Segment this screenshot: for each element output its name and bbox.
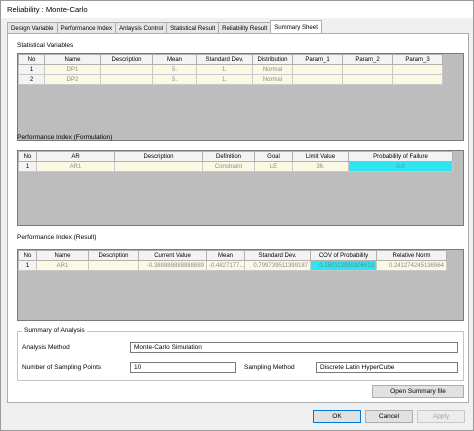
tab-statistical-result[interactable]: Statistical Result (166, 22, 220, 33)
column-header: No (18, 250, 37, 261)
column-header: Current Value (138, 250, 207, 261)
table-cell: LE (254, 161, 293, 172)
table-cell (100, 74, 153, 85)
table-row[interactable]: 1 AR1 -0.388888888888889 -0.4827177... 0… (18, 260, 447, 271)
table-cell (392, 74, 443, 85)
apply-button[interactable]: Apply (417, 410, 465, 423)
performance-formulation-grid[interactable]: No AR Description Definition Goal Limit … (17, 150, 464, 226)
column-header: Description (114, 151, 203, 162)
column-header: Description (100, 54, 153, 65)
table-cell: 2 (18, 74, 45, 85)
tab-bar: Design Variable Performance Index Anlays… (7, 20, 322, 33)
column-header: Distribution (252, 54, 293, 65)
table-cell (342, 64, 393, 75)
tab-design-variable[interactable]: Design Variable (7, 22, 58, 33)
table-cell: Normal (252, 64, 293, 75)
table-cell: 1 (18, 260, 37, 271)
tab-performance-index[interactable]: Performance Index (56, 22, 117, 33)
table-cell: Normal (252, 74, 293, 85)
column-header: Description (88, 250, 139, 261)
table-cell: AR1 (36, 260, 89, 271)
sampling-points-label: Number of Sampling Points (22, 364, 102, 371)
table-cell: 1. (196, 74, 253, 85)
table-header-row: No Name Description Mean Standard Dev. D… (18, 54, 443, 65)
column-header: No (18, 151, 37, 162)
table-cell: -0.388888888888889 (138, 260, 207, 271)
column-header: No (18, 54, 45, 65)
column-header: Probability of Failure (348, 151, 453, 162)
column-header: Goal (254, 151, 293, 162)
table-header-row: No AR Description Definition Goal Limit … (18, 151, 453, 162)
table-row[interactable]: 1 AR1 Constraint LE 36. 0.0 (18, 161, 453, 172)
column-header: Definition (202, 151, 255, 162)
column-header: COV of Probability (310, 250, 377, 261)
table-cell: DP1 (44, 64, 101, 75)
table-cell: 0.799739511399187 (244, 260, 311, 271)
column-header: Name (36, 250, 89, 261)
table-cell: 1. (196, 64, 253, 75)
tab-summary-sheet[interactable]: Summary Sheet (270, 20, 322, 33)
column-header: Mean (152, 54, 197, 65)
column-header: Mean (206, 250, 245, 261)
table-row[interactable]: 2 DP2 5. 1. Normal (18, 74, 443, 85)
column-header: Param_1 (292, 54, 343, 65)
cancel-button[interactable]: Cancel (365, 410, 413, 423)
column-header: Standard Dev. (244, 250, 311, 261)
summary-of-analysis-title: Summary of Analysis (22, 327, 87, 334)
table-cell: 5. (152, 74, 197, 85)
ok-button[interactable]: OK (313, 410, 361, 423)
column-header: Standard Dev. (196, 54, 253, 65)
performance-result-title: Performance Index (Result) (17, 234, 97, 241)
probability-of-failure-cell: 0.0 (348, 161, 453, 172)
table-cell (100, 64, 153, 75)
table-cell: Constraint (202, 161, 255, 172)
statistical-variables-grid[interactable]: No Name Description Mean Standard Dev. D… (17, 53, 464, 141)
performance-result-grid[interactable]: No Name Description Current Value Mean S… (17, 249, 464, 321)
column-header: Limit Value (292, 151, 349, 162)
table-cell: DP2 (44, 74, 101, 85)
column-header: Name (44, 54, 101, 65)
analysis-method-label: Analysis Method (22, 344, 70, 351)
table-cell: 36. (292, 161, 349, 172)
sampling-points-field[interactable]: 10 (130, 362, 236, 373)
table-row[interactable]: 1 DP1 5. 1. Normal (18, 64, 443, 75)
statistical-variables-title: Statistical Variables (17, 42, 74, 49)
summary-sheet-panel: Statistical Variables No Name Descriptio… (7, 33, 469, 403)
table-cell: 1 (18, 64, 45, 75)
table-cell: 1 (18, 161, 37, 172)
column-header: Param_3 (392, 54, 443, 65)
table-cell: 0.241274245136964 (376, 260, 447, 271)
reliability-dialog: Reliability : Monte-Carlo Design Variabl… (0, 0, 474, 431)
tab-analysis-control[interactable]: Anlaysis Control (115, 22, 168, 33)
table-header-row: No Name Description Current Value Mean S… (18, 250, 447, 261)
column-header: AR (36, 151, 115, 162)
sampling-method-label: Sampling Method (244, 364, 295, 371)
table-cell (114, 161, 203, 172)
table-cell (292, 64, 343, 75)
cov-of-probability-cell: 0.150113939306613 (310, 260, 377, 271)
table-cell: -0.4827177... (206, 260, 245, 271)
performance-formulation-title: Performance Index (Formulation) (17, 134, 113, 141)
open-summary-file-button[interactable]: Open Summary file (372, 385, 464, 398)
summary-of-analysis-group (17, 331, 464, 381)
tab-reliability-result[interactable]: Reliability Result (218, 22, 272, 33)
table-cell: AR1 (36, 161, 115, 172)
title-bar: Reliability : Monte-Carlo (1, 1, 473, 18)
table-cell: 5. (152, 64, 197, 75)
window-title: Reliability : Monte-Carlo (7, 5, 88, 14)
column-header: Relative Norm (376, 250, 447, 261)
table-cell (88, 260, 139, 271)
table-cell (392, 64, 443, 75)
table-cell (342, 74, 393, 85)
column-header: Param_2 (342, 54, 393, 65)
sampling-method-field[interactable]: Discrete Latin HyperCube (316, 362, 458, 373)
analysis-method-field[interactable]: Monte-Carlo Simulation (130, 342, 458, 353)
table-cell (292, 74, 343, 85)
